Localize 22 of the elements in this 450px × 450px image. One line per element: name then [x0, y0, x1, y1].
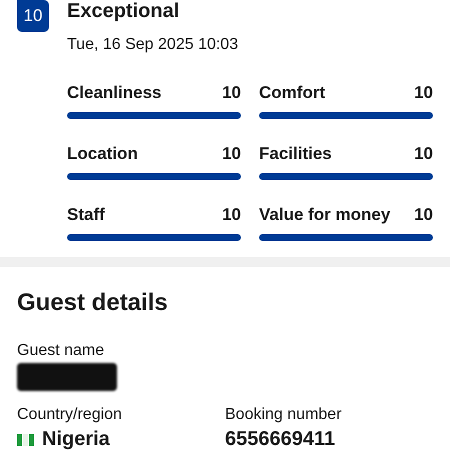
category-label: Facilities: [259, 144, 332, 164]
category-score: 10: [414, 144, 433, 164]
category-score: 10: [414, 83, 433, 103]
flag-icon: [17, 434, 34, 446]
category-label: Staff: [67, 205, 105, 225]
review-date: Tue, 16 Sep 2025 10:03: [67, 35, 238, 55]
category-label: Value for money: [259, 205, 390, 225]
category-label: Cleanliness: [67, 83, 162, 103]
category-score: 10: [222, 205, 241, 225]
country-value: Nigeria: [42, 430, 110, 449]
category-score: 10: [222, 83, 241, 103]
section-title: Guest details: [17, 288, 169, 318]
category-label: Comfort: [259, 83, 326, 103]
category-score: 10: [222, 144, 241, 164]
field-label: Country/region: [17, 405, 123, 425]
field-label: Guest name: [17, 341, 106, 361]
rating-label: Exceptional: [67, 0, 180, 22]
category-label: Location: [67, 144, 138, 164]
booking-number: 6556669411: [225, 430, 336, 449]
category-score: 10: [414, 205, 433, 225]
field-label: Booking number: [225, 405, 343, 425]
score-badge: 10: [17, 0, 49, 32]
